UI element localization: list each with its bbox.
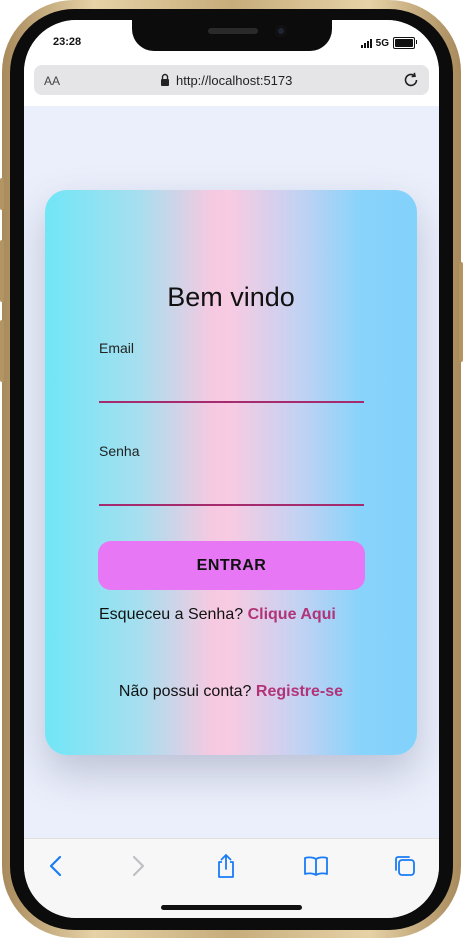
- mute-switch: [0, 178, 4, 210]
- login-card: Bem vindo Email Senha ENTRAR Esqueceu a …: [45, 190, 417, 755]
- share-icon[interactable]: [212, 852, 240, 880]
- forgot-password-text: Esqueceu a Senha?: [99, 606, 244, 623]
- status-indicators: 5G: [360, 37, 417, 49]
- camera: [275, 25, 287, 37]
- register-text: Não possui conta?: [118, 683, 252, 700]
- address-bar[interactable]: AA http://localhost:5173: [34, 65, 429, 95]
- forgot-password-row: Esqueceu a Senha? Clique Aqui: [99, 606, 336, 624]
- screen: 23:28 5G AA http://localhost:5173 Bem vi…: [24, 20, 439, 918]
- lock-icon: [161, 73, 169, 86]
- reload-icon[interactable]: [401, 70, 421, 90]
- register-link[interactable]: Registre-se: [256, 683, 343, 700]
- tabs-icon[interactable]: [391, 852, 419, 880]
- password-input[interactable]: [99, 476, 364, 506]
- register-row: Não possui conta? Registre-se: [45, 683, 417, 701]
- network-type: 5G: [375, 37, 389, 49]
- status-time: 23:28: [53, 36, 82, 48]
- forward-icon[interactable]: [124, 852, 152, 880]
- back-icon[interactable]: [42, 852, 70, 880]
- email-input[interactable]: [99, 373, 364, 403]
- home-indicator: [161, 905, 302, 910]
- notch: [132, 20, 332, 51]
- text-size-button[interactable]: AA: [44, 74, 60, 88]
- email-label: Email: [99, 340, 135, 356]
- browser-address-area: AA http://localhost:5173: [24, 62, 439, 106]
- battery-icon: [393, 37, 417, 49]
- password-label: Senha: [99, 443, 140, 459]
- speaker: [208, 28, 258, 34]
- volume-down-button: [0, 320, 4, 382]
- page-title: Bem vindo: [167, 282, 295, 312]
- bookmarks-icon[interactable]: [302, 852, 330, 880]
- signal-icon: [360, 38, 372, 48]
- url-text[interactable]: http://localhost:5173: [176, 73, 292, 88]
- volume-up-button: [0, 240, 4, 302]
- forgot-password-link[interactable]: Clique Aqui: [248, 606, 336, 623]
- power-button: [459, 262, 463, 362]
- login-button[interactable]: ENTRAR: [98, 541, 365, 590]
